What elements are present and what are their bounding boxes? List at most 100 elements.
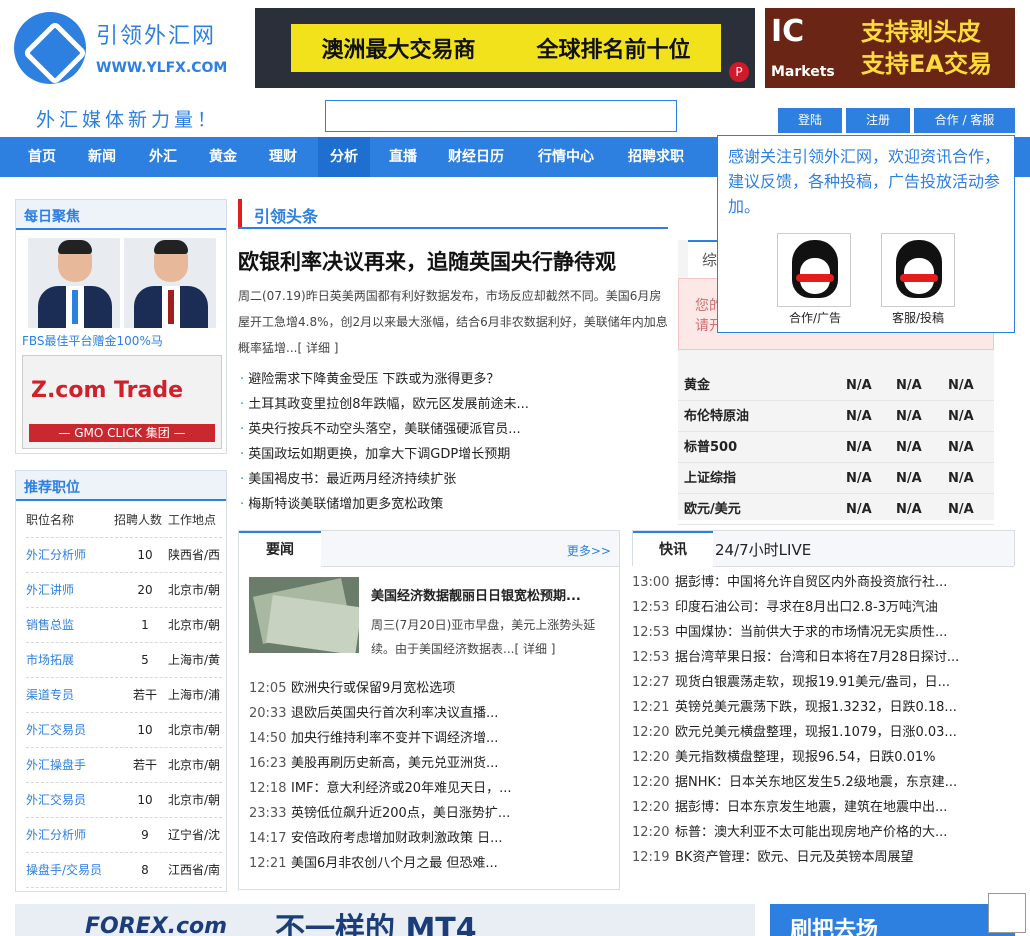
- news-title[interactable]: 退欧后英国央行首次利率决议直播...: [291, 706, 498, 721]
- site-logo[interactable]: 引领外汇网 WWW.YLFX.COM: [14, 12, 244, 88]
- nav-item-calendar[interactable]: 财经日历: [448, 137, 504, 177]
- qq-penguin-icon[interactable]: [881, 233, 955, 307]
- table-row[interactable]: 渠道专员 若干 上海市/浦: [26, 678, 222, 713]
- flash-text[interactable]: 中国煤协：当前供大于求的市场情况无实质性...: [675, 625, 947, 640]
- nav-item-finance[interactable]: 理财: [269, 137, 297, 177]
- list-item[interactable]: 12:05 欧洲央行或保留9月宽松选项: [249, 677, 517, 696]
- list-item[interactable]: 16:23 美股再刷历史新高，美元兑亚洲货...: [249, 752, 517, 771]
- job-name[interactable]: 市场拓展: [26, 643, 74, 678]
- headline-detail-link[interactable]: [ 详细 ]: [297, 341, 338, 355]
- tab-flash[interactable]: 快讯: [633, 531, 713, 568]
- list-item[interactable]: 12:19 BK资产管理：欧元、日元及英镑本周展望: [632, 846, 982, 865]
- list-item[interactable]: · 美国褐皮书：最近两月经济持续扩张: [240, 468, 456, 487]
- job-name[interactable]: 外汇交易员: [26, 783, 86, 818]
- market-row[interactable]: 欧元/美元 N/A N/A N/A: [678, 494, 994, 525]
- list-item[interactable]: 14:50 加央行维持利率不变并下调经济增...: [249, 727, 517, 746]
- headline-title[interactable]: 欧银利率决议再来，追随英国央行静待观: [238, 246, 616, 276]
- feature-title[interactable]: 美国经济数据靓丽日日银宽松预期...: [371, 585, 611, 604]
- list-item[interactable]: 12:20 美元指数横盘整理，现报96.54，日跌0.01%: [632, 746, 982, 765]
- flash-text[interactable]: BK资产管理：欧元、日元及英镑本周展望: [675, 850, 913, 865]
- contact-button[interactable]: 合作 / 客服: [914, 108, 1015, 133]
- list-item[interactable]: 12:53 印度石油公司：寻求在8月出口2.8-3万吨汽油: [632, 596, 982, 615]
- list-item[interactable]: 12:18 IMF：意大利经济或20年难见天日，...: [249, 777, 517, 796]
- qq-label-service[interactable]: 客服/投稿: [873, 309, 963, 326]
- flash-text[interactable]: 据NHK：日本关东地区发生5.2级地震，东京建...: [675, 775, 957, 790]
- news-title[interactable]: IMF：意大利经济或20年难见天日，...: [291, 781, 511, 796]
- login-button[interactable]: 登陆: [778, 108, 842, 133]
- flash-text[interactable]: 标普：澳大利亚不太可能出现房地产价格的大...: [675, 825, 947, 840]
- list-item[interactable]: 12:20 欧元兑美元横盘整理，现报1.1079，日涨0.03...: [632, 721, 982, 740]
- news-title[interactable]: 安倍政府考虑增加财政刺激政策 日...: [291, 831, 503, 846]
- table-row[interactable]: 销售总监 1 北京市/朝: [26, 608, 222, 643]
- ad-banner-top-right[interactable]: IC Markets 支持剥头皮 支持EA交易: [765, 8, 1015, 88]
- feature-image[interactable]: [249, 577, 359, 653]
- news-title[interactable]: 美股再刷历史新高，美元兑亚洲货...: [291, 756, 498, 771]
- headline-item-text[interactable]: 梅斯特谈美联储增加更多宽松政策: [248, 497, 443, 512]
- job-name[interactable]: 渠道专员: [26, 678, 74, 713]
- headline-item-text[interactable]: 避险需求下降黄金受压 下跌或为涨得更多？: [248, 372, 499, 387]
- market-row[interactable]: 标普500 N/A N/A N/A: [678, 432, 994, 463]
- news-more-link[interactable]: 更多>>: [567, 542, 611, 559]
- zcom-ad-banner[interactable]: Z.com Trade — GMO CLICK 集团 —: [22, 355, 222, 449]
- job-name[interactable]: 销售总监: [26, 608, 74, 643]
- job-name[interactable]: 外汇分析师: [26, 538, 86, 573]
- news-title[interactable]: 加央行维持利率不变并下调经济增...: [291, 731, 498, 746]
- search-input[interactable]: [325, 100, 677, 132]
- ad-banner-bottom-left[interactable]: FOREX.com 不一样的 MT4: [15, 904, 755, 936]
- headline-item-text[interactable]: 土耳其政变里拉创8年跌幅，欧元区发展前途未...: [248, 397, 529, 412]
- news-title[interactable]: 美国6月非农创八个月之最 但恐难...: [291, 856, 498, 871]
- nav-item-forex[interactable]: 外汇: [149, 137, 177, 177]
- qq-label-cooperation[interactable]: 合作/广告: [770, 309, 860, 326]
- market-row[interactable]: 黄金 N/A N/A N/A: [678, 370, 994, 401]
- list-item[interactable]: · 避险需求下降黄金受压 下跌或为涨得更多？: [240, 368, 499, 387]
- job-name[interactable]: 外汇分析师: [26, 818, 86, 853]
- table-row[interactable]: 外汇交易员 10 北京市/朝: [26, 783, 222, 818]
- flash-text[interactable]: 据台湾苹果日报：台湾和日本将在7月28日探讨...: [675, 650, 959, 665]
- list-item[interactable]: · 梅斯特谈美联储增加更多宽松政策: [240, 493, 443, 512]
- table-row[interactable]: 操盘手/交易员 8 江西省/南: [26, 853, 222, 888]
- list-item[interactable]: 12:21 英镑兑美元震荡下跌，现报1.3232，日跌0.18...: [632, 696, 982, 715]
- flash-text[interactable]: 据彭博：日本东京发生地震，建筑在地震中出...: [675, 800, 947, 815]
- nav-item-quotes[interactable]: 行情中心: [538, 137, 594, 177]
- table-row[interactable]: 市场拓展 5 上海市/黄: [26, 643, 222, 678]
- nav-item-home[interactable]: 首页: [28, 137, 56, 177]
- flash-text[interactable]: 据彭博：中国将允许自贸区内外商投资旅行社...: [675, 575, 947, 590]
- flash-text[interactable]: 欧元兑美元横盘整理，现报1.1079，日涨0.03...: [675, 725, 957, 740]
- flash-text[interactable]: 现货白银震荡走软，现报19.91美元/盎司，日...: [675, 675, 950, 690]
- news-title[interactable]: 欧洲央行或保留9月宽松选项: [291, 681, 455, 696]
- flash-text[interactable]: 英镑兑美元震荡下跌，现报1.3232，日跌0.18...: [675, 700, 957, 715]
- list-item[interactable]: 14:17 安倍政府考虑增加财政刺激政策 日...: [249, 827, 517, 846]
- table-row[interactable]: 外汇交易员 10 北京市/朝: [26, 713, 222, 748]
- job-name[interactable]: 操盘手/交易员: [26, 853, 102, 888]
- table-row[interactable]: 外汇分析师 9 辽宁省/沈: [26, 818, 222, 853]
- register-button[interactable]: 注册: [846, 108, 910, 133]
- qq-penguin-icon[interactable]: [777, 233, 851, 307]
- news-title[interactable]: 英镑低位飙升近200点，美日涨势扩...: [291, 806, 510, 821]
- list-item[interactable]: 20:33 退欧后英国央行首次利率决议直播...: [249, 702, 517, 721]
- table-row[interactable]: 外汇分析师 10 陕西省/西: [26, 538, 222, 573]
- list-item[interactable]: 13:00 据彭博：中国将允许自贸区内外商投资旅行社...: [632, 571, 982, 590]
- list-item[interactable]: 12:53 据台湾苹果日报：台湾和日本将在7月28日探讨...: [632, 646, 982, 665]
- daily-focus-caption[interactable]: FBS最佳平台赠金100%马: [22, 332, 163, 349]
- list-item[interactable]: 12:20 据彭博：日本东京发生地震，建筑在地震中出...: [632, 796, 982, 815]
- job-name[interactable]: 外汇操盘手: [26, 748, 86, 783]
- list-item[interactable]: · 英央行按兵不动空头落空，美联储强硬派官员...: [240, 418, 521, 437]
- job-name[interactable]: 外汇交易员: [26, 713, 86, 748]
- list-item[interactable]: 12:20 标普：澳大利亚不太可能出现房地产价格的大...: [632, 821, 982, 840]
- analyst-photo-1[interactable]: [28, 238, 120, 328]
- flash-text[interactable]: 印度石油公司：寻求在8月出口2.8-3万吨汽油: [675, 600, 938, 615]
- nav-item-analysis[interactable]: 分析: [318, 137, 370, 177]
- ad-banner-bottom-right[interactable]: 刷把去场: [770, 904, 1015, 936]
- feature-detail-link[interactable]: [ 详细 ]: [514, 642, 555, 656]
- list-item[interactable]: · 英国政坛如期更换，加拿大下调GDP增长预期: [240, 443, 510, 462]
- table-row[interactable]: 外汇操盘手 若干 北京市/朝: [26, 748, 222, 783]
- nav-item-gold[interactable]: 黄金: [209, 137, 237, 177]
- ad-banner-top-left[interactable]: 澳洲最大交易商 全球排名前十位 P: [255, 8, 755, 88]
- tab-news[interactable]: 要闻: [239, 531, 321, 568]
- job-name[interactable]: 外汇讲师: [26, 573, 74, 608]
- market-row[interactable]: 布伦特原油 N/A N/A N/A: [678, 401, 994, 432]
- table-row[interactable]: 外汇讲师 20 北京市/朝: [26, 573, 222, 608]
- list-item[interactable]: 12:20 据NHK：日本关东地区发生5.2级地震，东京建...: [632, 771, 982, 790]
- list-item[interactable]: 12:27 现货白银震荡走软，现报19.91美元/盎司，日...: [632, 671, 982, 690]
- list-item[interactable]: 12:53 中国煤协：当前供大于求的市场情况无实质性...: [632, 621, 982, 640]
